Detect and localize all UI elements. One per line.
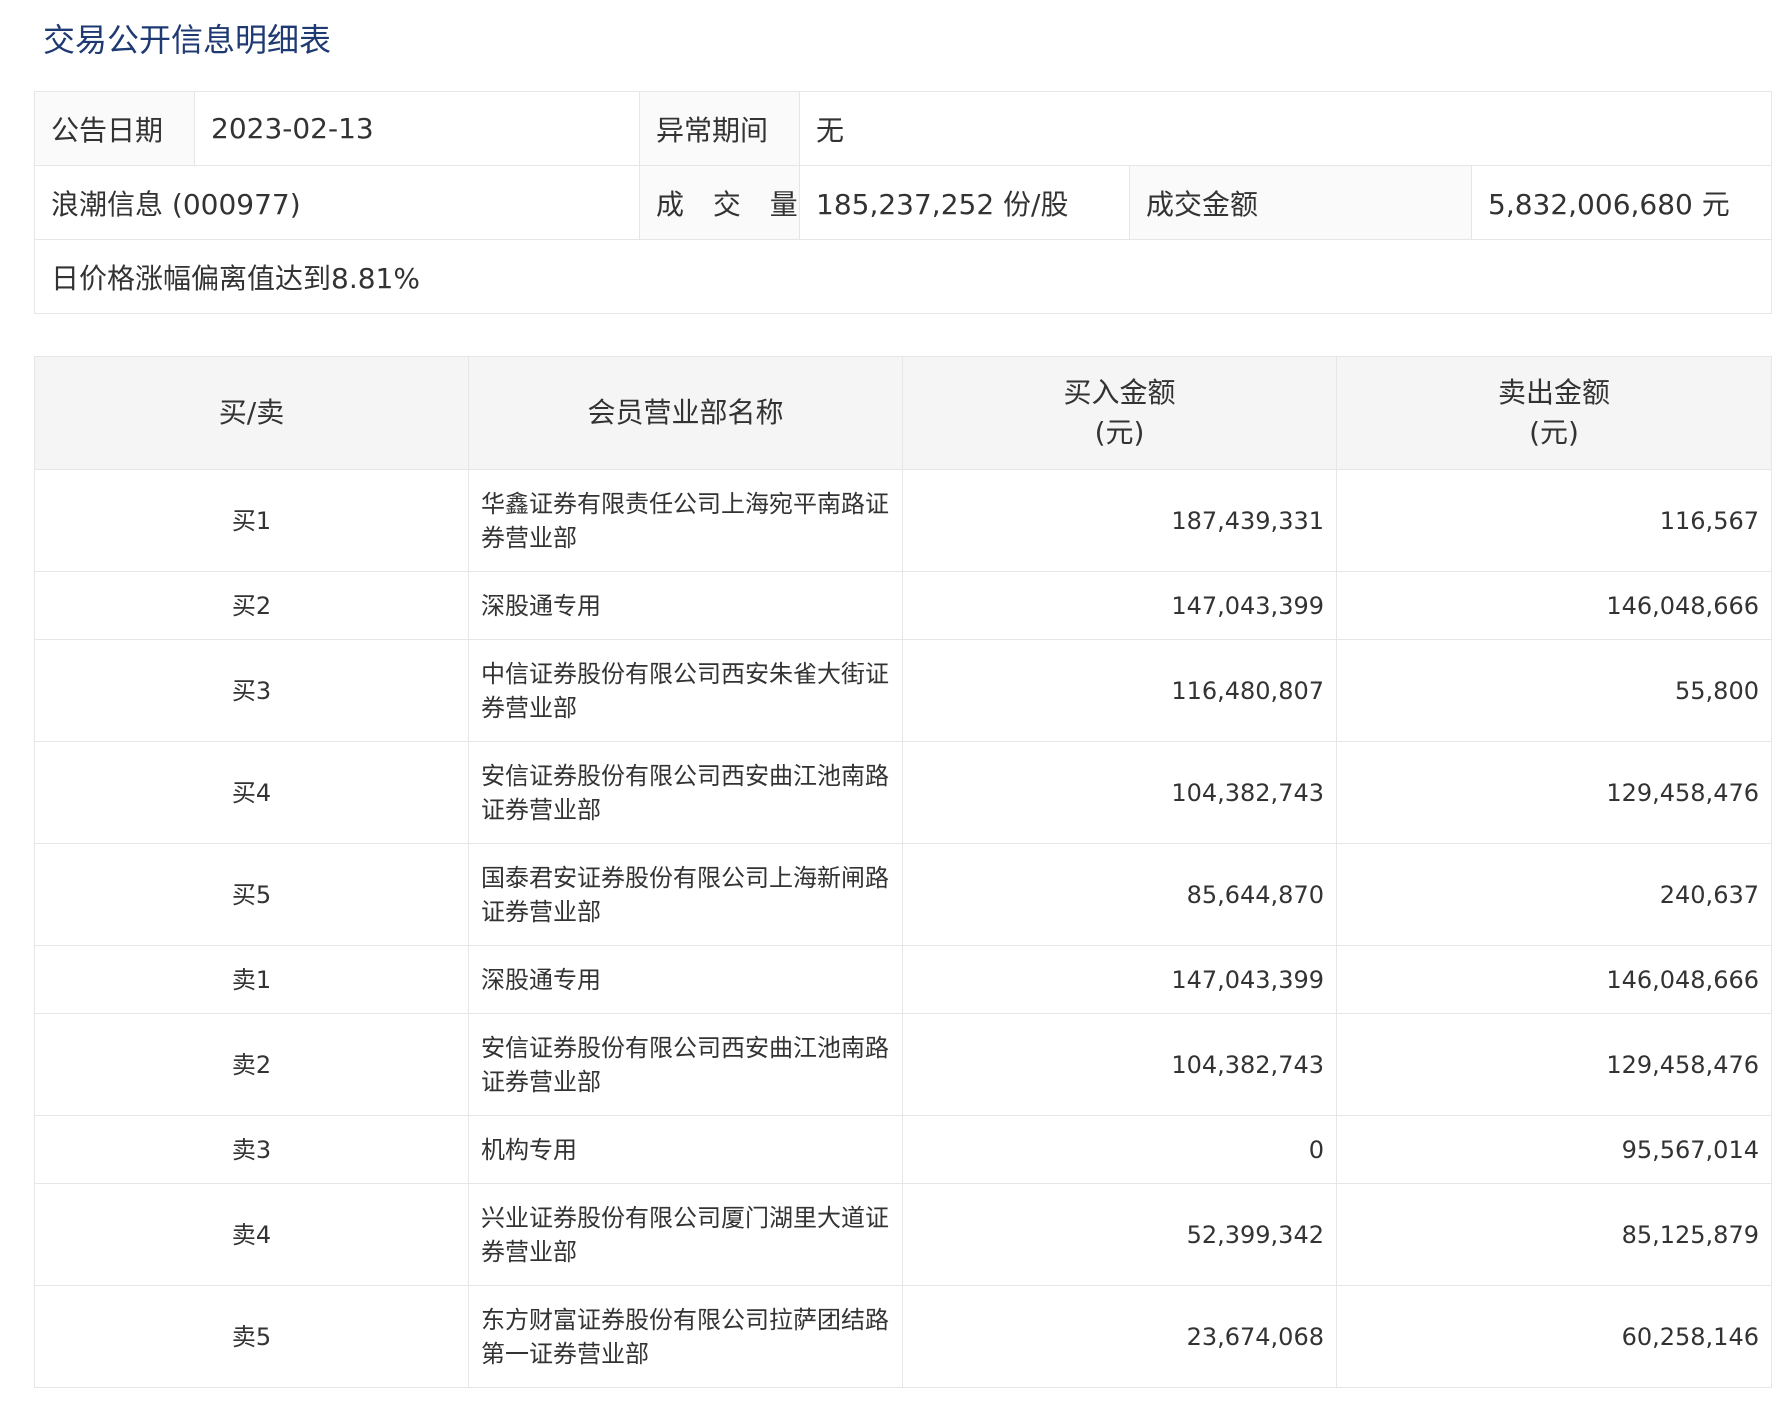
table-row: 买5 国泰君安证券股份有限公司上海新闸路证券营业部 85,644,870 240…	[34, 843, 1772, 946]
table-row: 卖5 东方财富证券股份有限公司拉萨团结路第一证券营业部 23,674,068 6…	[34, 1285, 1772, 1388]
row-sell-amount: 60,258,146	[1336, 1285, 1772, 1388]
header-sell: 卖出金额 (元)	[1336, 356, 1772, 470]
row-buy-amount: 52,399,342	[902, 1183, 1337, 1286]
row-sell-amount: 146,048,666	[1336, 571, 1772, 640]
header-buy: 买入金额 (元)	[902, 356, 1337, 470]
row-buy-amount: 104,382,743	[902, 741, 1337, 844]
table-row: 卖1 深股通专用 147,043,399 146,048,666	[34, 945, 1772, 1014]
row-type: 买3	[34, 639, 469, 742]
header-sell-unit: (元)	[1529, 416, 1579, 449]
row-buy-amount: 147,043,399	[902, 945, 1337, 1014]
header-buy-unit: (元)	[1094, 416, 1145, 449]
row-member-name: 机构专用	[468, 1115, 903, 1184]
row-sell-amount: 146,048,666	[1336, 945, 1772, 1014]
row-type: 买1	[34, 469, 469, 572]
row-type: 卖3	[34, 1115, 469, 1184]
row-buy-amount: 116,480,807	[902, 639, 1337, 742]
header-sell-label: 卖出金额	[1497, 376, 1610, 409]
header-name: 会员营业部名称	[468, 356, 903, 470]
row-member-name: 东方财富证券股份有限公司拉萨团结路第一证券营业部	[468, 1285, 903, 1388]
volume-label: 成 交 量	[639, 165, 800, 240]
header-type: 买/卖	[34, 356, 469, 470]
row-buy-amount: 104,382,743	[902, 1013, 1337, 1116]
row-type: 卖1	[34, 945, 469, 1014]
info-table: 公告日期 2023-02-13 异常期间 无 浪潮信息 (000977) 成 交…	[33, 91, 1773, 314]
announce-date-label: 公告日期	[34, 91, 195, 166]
header-buy-label: 买入金额	[1063, 376, 1176, 409]
row-buy-amount: 147,043,399	[902, 571, 1337, 640]
row-member-name: 深股通专用	[468, 945, 903, 1014]
row-sell-amount: 95,567,014	[1336, 1115, 1772, 1184]
detail-table: 买/卖 会员营业部名称 买入金额 (元) 卖出金额 (元) 买1 华鑫证券有限责…	[34, 356, 1772, 1388]
abnormal-period-value: 无	[798, 91, 1773, 166]
table-row: 买1 华鑫证券有限责任公司上海宛平南路证券营业部 187,439,331 116…	[34, 469, 1772, 572]
row-type: 卖4	[34, 1183, 469, 1286]
row-type: 卖2	[34, 1013, 469, 1116]
announce-date-value: 2023-02-13	[194, 91, 640, 166]
amount-label: 成交金额	[1129, 165, 1472, 240]
row-type: 卖5	[34, 1285, 469, 1388]
reason-text: 日价格涨幅偏离值达到8.81%	[33, 239, 1773, 314]
table-header-row: 买/卖 会员营业部名称 买入金额 (元) 卖出金额 (元)	[34, 356, 1772, 470]
volume-value: 185,237,252 份/股	[799, 165, 1130, 240]
row-sell-amount: 129,458,476	[1336, 741, 1772, 844]
row-buy-amount: 85,644,870	[902, 843, 1337, 946]
abnormal-period-label: 异常期间	[639, 91, 800, 166]
row-buy-amount: 187,439,331	[902, 469, 1337, 572]
row-sell-amount: 116,567	[1336, 469, 1772, 572]
table-row: 买2 深股通专用 147,043,399 146,048,666	[34, 571, 1772, 640]
table-row: 卖2 安信证券股份有限公司西安曲江池南路证券营业部 104,382,743 12…	[34, 1013, 1772, 1116]
row-member-name: 兴业证券股份有限公司厦门湖里大道证券营业部	[468, 1183, 903, 1286]
table-row: 买3 中信证券股份有限公司西安朱雀大街证券营业部 116,480,807 55,…	[34, 639, 1772, 742]
row-sell-amount: 129,458,476	[1336, 1013, 1772, 1116]
info-row-date: 公告日期 2023-02-13 异常期间 无	[34, 91, 1773, 166]
row-member-name: 安信证券股份有限公司西安曲江池南路证券营业部	[468, 741, 903, 844]
row-sell-amount: 240,637	[1336, 843, 1772, 946]
row-buy-amount: 0	[902, 1115, 1337, 1184]
table-row: 卖4 兴业证券股份有限公司厦门湖里大道证券营业部 52,399,342 85,1…	[34, 1183, 1772, 1286]
row-type: 买2	[34, 571, 469, 640]
row-member-name: 安信证券股份有限公司西安曲江池南路证券营业部	[468, 1013, 903, 1116]
row-member-name: 国泰君安证券股份有限公司上海新闸路证券营业部	[468, 843, 903, 946]
amount-value: 5,832,006,680 元	[1470, 165, 1773, 240]
table-row: 买4 安信证券股份有限公司西安曲江池南路证券营业部 104,382,743 12…	[34, 741, 1772, 844]
table-row: 卖3 机构专用 0 95,567,014	[34, 1115, 1772, 1184]
row-buy-amount: 23,674,068	[902, 1285, 1337, 1388]
row-sell-amount: 85,125,879	[1336, 1183, 1772, 1286]
row-member-name: 中信证券股份有限公司西安朱雀大街证券营业部	[468, 639, 903, 742]
page-title: 交易公开信息明细表	[43, 21, 332, 59]
row-type: 买4	[34, 741, 469, 844]
info-row-reason: 日价格涨幅偏离值达到8.81%	[33, 239, 1773, 314]
row-sell-amount: 55,800	[1336, 639, 1772, 742]
stock-name: 浪潮信息 (000977)	[34, 165, 640, 240]
row-member-name: 深股通专用	[468, 571, 903, 640]
row-member-name: 华鑫证券有限责任公司上海宛平南路证券营业部	[468, 469, 903, 572]
info-row-stock: 浪潮信息 (000977) 成 交 量 185,237,252 份/股 成交金额…	[34, 165, 1773, 240]
row-type: 买5	[34, 843, 469, 946]
